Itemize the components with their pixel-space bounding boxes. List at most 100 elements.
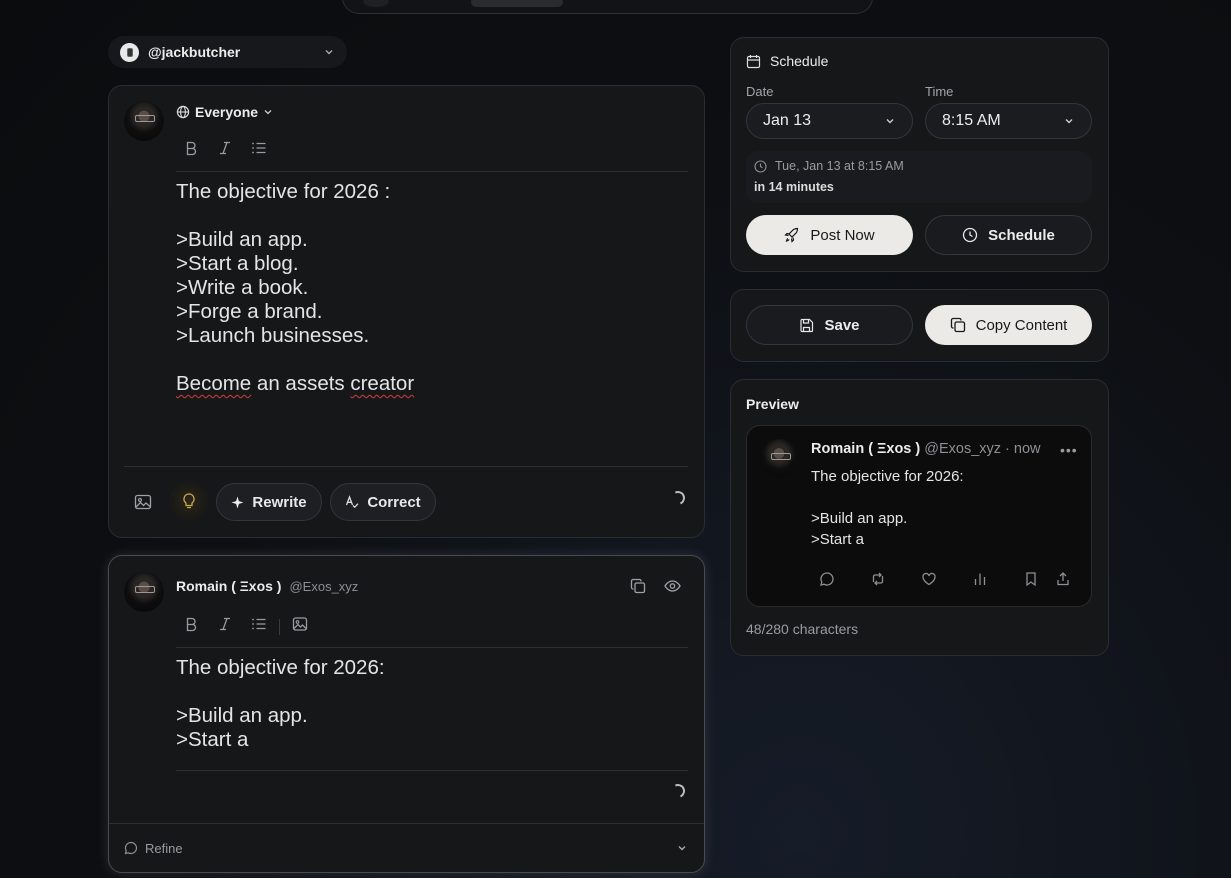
misspelled-word[interactable]: creator xyxy=(350,372,414,395)
bold-icon[interactable] xyxy=(183,616,199,637)
eye-icon[interactable] xyxy=(664,578,681,599)
clock-icon xyxy=(963,227,978,243)
rewrite-label: Rewrite xyxy=(252,493,307,511)
copy-content-button[interactable]: Copy Content xyxy=(925,305,1092,345)
account-handle: @jackbutcher xyxy=(148,44,241,60)
chevron-down-icon xyxy=(678,846,686,851)
image-icon[interactable] xyxy=(134,493,152,516)
bookmark-icon[interactable] xyxy=(1023,571,1039,592)
schedule-button[interactable]: Schedule xyxy=(925,215,1092,255)
divider xyxy=(176,770,688,771)
composer-line: >Build an app. xyxy=(176,228,308,251)
audience-label: Everyone xyxy=(195,104,259,120)
tweet-author-name: Romain ( Ξxos ) xyxy=(811,441,921,457)
misspelled-word[interactable]: Become xyxy=(176,372,251,395)
composer-line: >Write a book. xyxy=(176,276,309,299)
author-handle: @Exos_xyz xyxy=(289,579,359,594)
tweet-line: The objective for 2026: xyxy=(811,468,964,485)
sparkle-icon xyxy=(231,496,244,508)
more-icon[interactable]: ••• xyxy=(1060,442,1078,458)
chevron-down-icon xyxy=(1065,119,1073,124)
divider xyxy=(109,823,704,824)
share-icon[interactable] xyxy=(1055,571,1071,592)
composer-text-area[interactable]: The objective for 2026 : >Build an app. … xyxy=(176,180,686,420)
correct-button[interactable]: Correct xyxy=(330,483,436,521)
copy-content-label: Copy Content xyxy=(975,316,1068,334)
save-button[interactable]: Save xyxy=(746,305,913,345)
thread-post-text[interactable]: The objective for 2026: >Build an app. >… xyxy=(176,656,686,766)
tweet-line xyxy=(811,487,964,508)
tweet-header: Romain ( Ξxos ) @Exos_xyz · now xyxy=(811,441,1041,457)
chat-bubble-icon xyxy=(124,841,138,855)
divider xyxy=(176,171,688,172)
avatar xyxy=(760,439,798,477)
post-now-button[interactable]: Post Now xyxy=(746,215,913,255)
italic-icon[interactable] xyxy=(217,140,233,161)
calendar-icon xyxy=(746,54,761,68)
date-select[interactable]: Jan 13 xyxy=(746,103,913,139)
tweet-body: The objective for 2026: >Build an app. >… xyxy=(811,466,964,550)
date-label: Date xyxy=(746,84,774,99)
italic-icon[interactable] xyxy=(217,616,233,637)
format-toolbar xyxy=(183,616,308,637)
divider xyxy=(176,647,688,648)
relative-time: in 14 minutes xyxy=(754,180,834,194)
post-author: Romain ( Ξxos ) @Exos_xyz xyxy=(176,578,358,594)
time-label: Time xyxy=(925,84,954,99)
summary-datetime: Tue, Jan 13 at 8:15 AM xyxy=(754,159,904,173)
spellcheck-icon xyxy=(346,495,359,509)
composer-line: >Launch businesses. xyxy=(176,324,370,347)
time-value: 8:15 AM xyxy=(942,112,1001,129)
save-icon xyxy=(800,318,814,332)
composer-line-last: Become an assets creator xyxy=(176,372,414,396)
composer-line: >Start a blog. xyxy=(176,252,299,275)
tweet-line: >Build an app. xyxy=(811,510,908,527)
post-now-label: Post Now xyxy=(810,226,875,244)
copy-icon xyxy=(950,317,965,333)
avatar xyxy=(124,101,164,141)
list-icon[interactable] xyxy=(251,140,267,161)
author-name: Romain ( Ξxos ) xyxy=(176,578,282,594)
reply-icon[interactable] xyxy=(819,571,835,592)
copy-icon[interactable] xyxy=(630,578,646,599)
lightbulb-icon xyxy=(183,493,195,509)
tweet-line: >Start a xyxy=(811,531,864,548)
post-line: The objective for 2026: xyxy=(176,656,385,679)
top-navigation-bar xyxy=(342,0,873,14)
preview-title: Preview xyxy=(746,396,799,412)
account-selector[interactable]: @jackbutcher xyxy=(108,36,347,68)
like-icon[interactable] xyxy=(921,571,937,592)
chevron-down-icon xyxy=(886,119,894,124)
nav-active-tab[interactable] xyxy=(471,0,563,7)
composer-line: >Forge a brand. xyxy=(176,300,323,323)
nav-indicator xyxy=(363,0,389,7)
post-line: >Start a xyxy=(176,728,249,751)
composer-line: The objective for 2026 : xyxy=(176,180,391,203)
analytics-icon[interactable] xyxy=(972,571,988,592)
image-icon[interactable] xyxy=(292,616,308,637)
tweet-handle-time: @Exos_xyz · now xyxy=(924,441,1041,457)
chevron-down-icon xyxy=(264,110,272,115)
avatar xyxy=(124,572,164,612)
schedule-header: Schedule xyxy=(746,53,828,69)
list-icon[interactable] xyxy=(251,616,267,637)
retweet-icon[interactable] xyxy=(870,571,886,592)
rewrite-button[interactable]: Rewrite xyxy=(216,483,322,521)
audience-selector[interactable]: Everyone xyxy=(176,104,273,120)
globe-icon xyxy=(176,105,190,119)
divider xyxy=(124,466,688,467)
rocket-icon xyxy=(784,227,799,243)
bold-icon[interactable] xyxy=(183,140,199,161)
refine-toggle[interactable]: Refine xyxy=(124,838,688,858)
text-fragment: an assets xyxy=(251,372,351,395)
toolbar-divider xyxy=(279,618,280,635)
schedule-title: Schedule xyxy=(770,53,829,69)
post-line: >Build an app. xyxy=(176,704,308,727)
time-select[interactable]: 8:15 AM xyxy=(925,103,1092,139)
character-count: 48/280 characters xyxy=(746,621,859,637)
idea-button[interactable] xyxy=(170,482,208,520)
save-label: Save xyxy=(824,316,860,334)
date-value: Jan 13 xyxy=(763,112,812,129)
clock-icon xyxy=(754,159,767,173)
correct-label: Correct xyxy=(367,493,421,511)
